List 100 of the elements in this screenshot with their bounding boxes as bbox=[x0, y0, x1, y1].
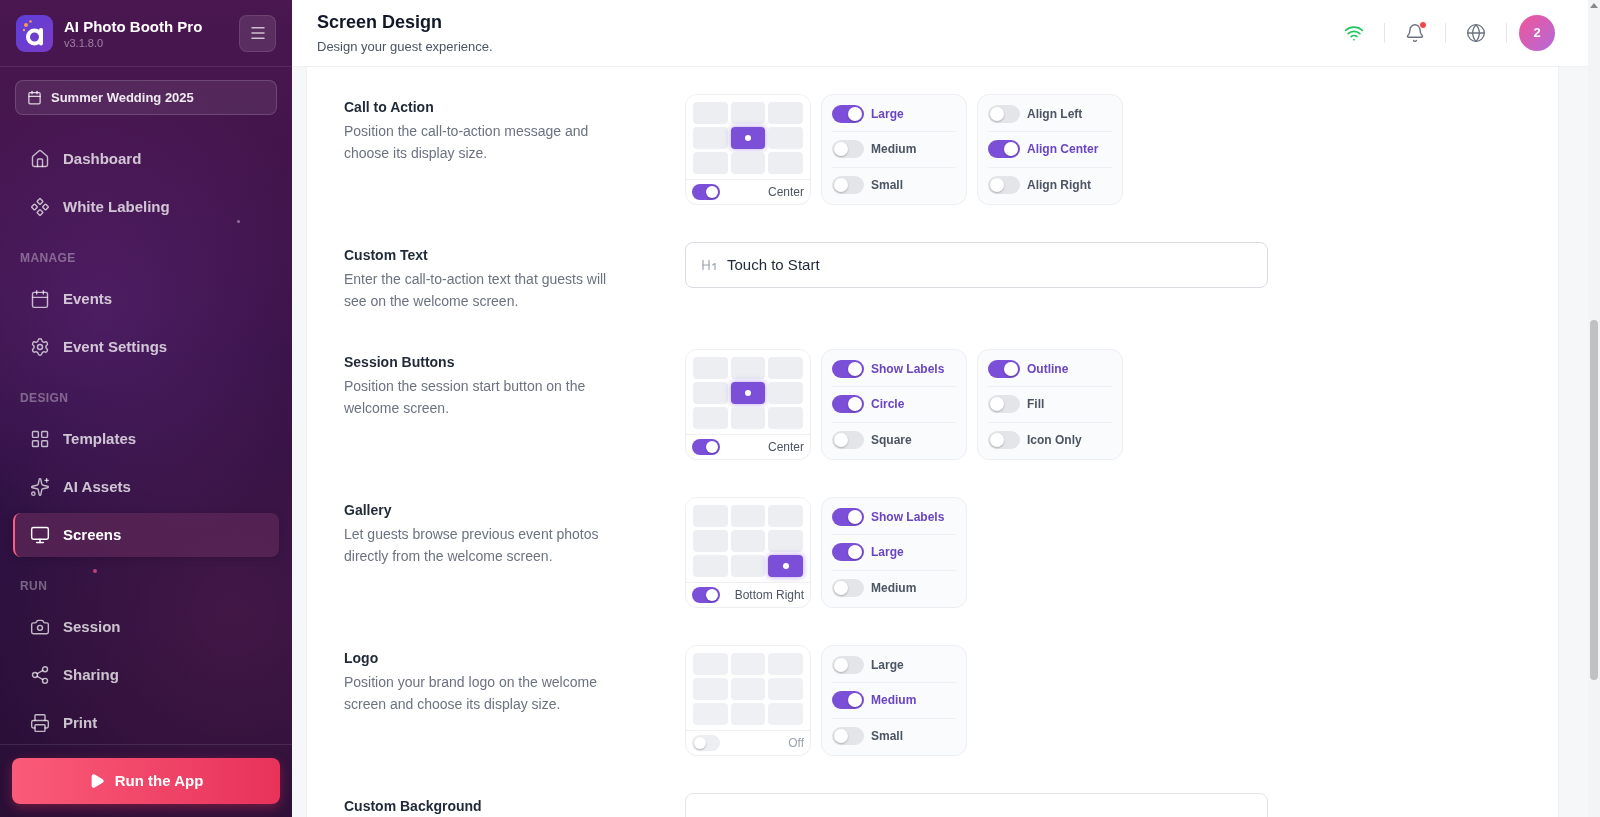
nav-item[interactable]: Dashboard bbox=[13, 137, 279, 181]
page-title: Screen Design bbox=[317, 11, 443, 34]
toggle-switch[interactable] bbox=[832, 395, 864, 414]
option-label: Medium bbox=[871, 141, 917, 158]
toggle-switch[interactable] bbox=[832, 430, 864, 449]
toggle-switch[interactable] bbox=[832, 691, 864, 710]
app-version: v3.1.8.0 bbox=[64, 35, 104, 50]
monitor-icon bbox=[30, 525, 50, 545]
option-label: Medium bbox=[871, 692, 917, 709]
nav-item[interactable]: Print bbox=[13, 701, 279, 744]
share-icon bbox=[30, 665, 50, 685]
nav-item[interactable]: Event Settings bbox=[13, 325, 279, 369]
position-cell[interactable] bbox=[730, 555, 766, 577]
toggle-switch[interactable] bbox=[832, 508, 864, 527]
position-cell[interactable] bbox=[730, 357, 766, 379]
toggle-switch[interactable] bbox=[832, 656, 864, 675]
toggle-switch[interactable] bbox=[988, 430, 1020, 449]
toggle-switch[interactable] bbox=[832, 578, 864, 597]
toggle-switch[interactable] bbox=[692, 184, 720, 200]
position-cell[interactable] bbox=[730, 407, 766, 429]
toggle-switch[interactable] bbox=[832, 105, 864, 124]
toggle-switch[interactable] bbox=[988, 395, 1020, 414]
position-cell[interactable] bbox=[768, 555, 803, 577]
text-field[interactable]: Touch to Start bbox=[685, 242, 1268, 288]
option-label: Large bbox=[871, 657, 904, 674]
setting-title: Gallery bbox=[344, 501, 392, 520]
nav-item[interactable]: Session bbox=[13, 605, 279, 649]
position-label: Off bbox=[788, 735, 804, 751]
option-label: Large bbox=[871, 544, 904, 561]
toggle-switch[interactable] bbox=[832, 543, 864, 562]
position-cell[interactable] bbox=[693, 127, 728, 149]
page-subtitle: Design your guest experience. bbox=[317, 38, 493, 56]
setting-title: Logo bbox=[344, 649, 379, 668]
position-label: Center bbox=[767, 184, 804, 200]
setting-description: Position the session start button on the welcome screen. bbox=[344, 377, 587, 418]
option-label: Medium bbox=[871, 579, 917, 596]
printer-icon bbox=[30, 713, 50, 733]
toggle-switch[interactable] bbox=[988, 105, 1020, 124]
option-label: Align Center bbox=[1027, 141, 1099, 158]
option-label: Circle bbox=[871, 396, 905, 413]
menu-button[interactable] bbox=[239, 14, 276, 52]
position-label: Bottom Right bbox=[734, 587, 804, 603]
diamonds-icon bbox=[30, 197, 50, 217]
wifi-icon[interactable] bbox=[1344, 23, 1364, 43]
setting-description: Let guests browse previous event photos directly from the welcome screen. bbox=[344, 525, 600, 566]
option-label: Fill bbox=[1027, 396, 1045, 413]
setting-title: Call to Action bbox=[344, 98, 434, 117]
position-cell[interactable] bbox=[730, 152, 766, 174]
globe-icon[interactable] bbox=[1466, 23, 1486, 43]
section-heading: DESIGN bbox=[20, 390, 69, 406]
app-logo-icon bbox=[16, 14, 53, 52]
setting-description: Enter the call-to-action text that guests will see on the welcome screen. bbox=[344, 270, 608, 311]
option-label: Align Right bbox=[1027, 176, 1091, 193]
calendar-icon bbox=[30, 289, 50, 309]
toggle-switch[interactable] bbox=[832, 360, 864, 379]
option-label: Show Labels bbox=[871, 361, 945, 378]
toggle-switch[interactable] bbox=[832, 726, 864, 745]
option-label: Small bbox=[871, 727, 903, 744]
position-cell[interactable] bbox=[730, 102, 766, 124]
toggle-switch[interactable] bbox=[692, 439, 720, 455]
run-app-button[interactable]: Run the App bbox=[12, 758, 280, 804]
scroll-up-arrow-icon[interactable] bbox=[1590, 3, 1598, 8]
position-cell[interactable] bbox=[693, 382, 728, 404]
option-label: Small bbox=[871, 176, 903, 193]
setting-title: Custom Text bbox=[344, 246, 428, 265]
toggle-switch[interactable] bbox=[692, 587, 720, 603]
nav-item[interactable]: Templates bbox=[13, 417, 279, 461]
section-heading: MANAGE bbox=[20, 250, 76, 266]
toggle-switch[interactable] bbox=[988, 360, 1020, 379]
toggle-switch[interactable] bbox=[988, 175, 1020, 194]
setting-title: Custom Background bbox=[344, 797, 482, 816]
notification-bell-icon[interactable] bbox=[1405, 23, 1425, 43]
home-icon bbox=[30, 149, 50, 169]
app-title: AI Photo Booth Pro bbox=[64, 16, 203, 36]
scrollbar-thumb[interactable] bbox=[1590, 320, 1598, 680]
position-cell[interactable] bbox=[730, 382, 766, 404]
setting-description: Position your brand logo on the welcome screen and choose its display size. bbox=[344, 673, 598, 714]
toggle-switch[interactable] bbox=[832, 175, 864, 194]
sparkles-icon bbox=[30, 477, 50, 497]
nav-item[interactable]: Events bbox=[13, 277, 279, 321]
option-label: Square bbox=[871, 431, 912, 448]
nav-item[interactable]: AI Assets bbox=[13, 465, 279, 509]
position-cell[interactable] bbox=[768, 127, 803, 149]
calendar-icon bbox=[27, 90, 42, 105]
option-label: Show Labels bbox=[871, 509, 945, 526]
position-cell[interactable] bbox=[730, 127, 766, 149]
event-selector[interactable]: Summer Wedding 2025 bbox=[15, 80, 277, 115]
nav-item[interactable]: Screens bbox=[13, 513, 279, 557]
toggle-switch[interactable] bbox=[692, 735, 720, 751]
position-cell[interactable] bbox=[768, 382, 803, 404]
option-label: Large bbox=[871, 106, 904, 123]
settings-icon bbox=[30, 337, 50, 357]
toggle-switch[interactable] bbox=[988, 140, 1020, 159]
position-cell[interactable] bbox=[768, 530, 803, 552]
position-label: Center bbox=[767, 439, 804, 455]
nav-item[interactable]: White Labeling bbox=[13, 185, 279, 229]
nav-item[interactable]: Sharing bbox=[13, 653, 279, 697]
setting-title: Session Buttons bbox=[344, 353, 455, 372]
grid-icon bbox=[30, 429, 50, 449]
toggle-switch[interactable] bbox=[832, 140, 864, 159]
